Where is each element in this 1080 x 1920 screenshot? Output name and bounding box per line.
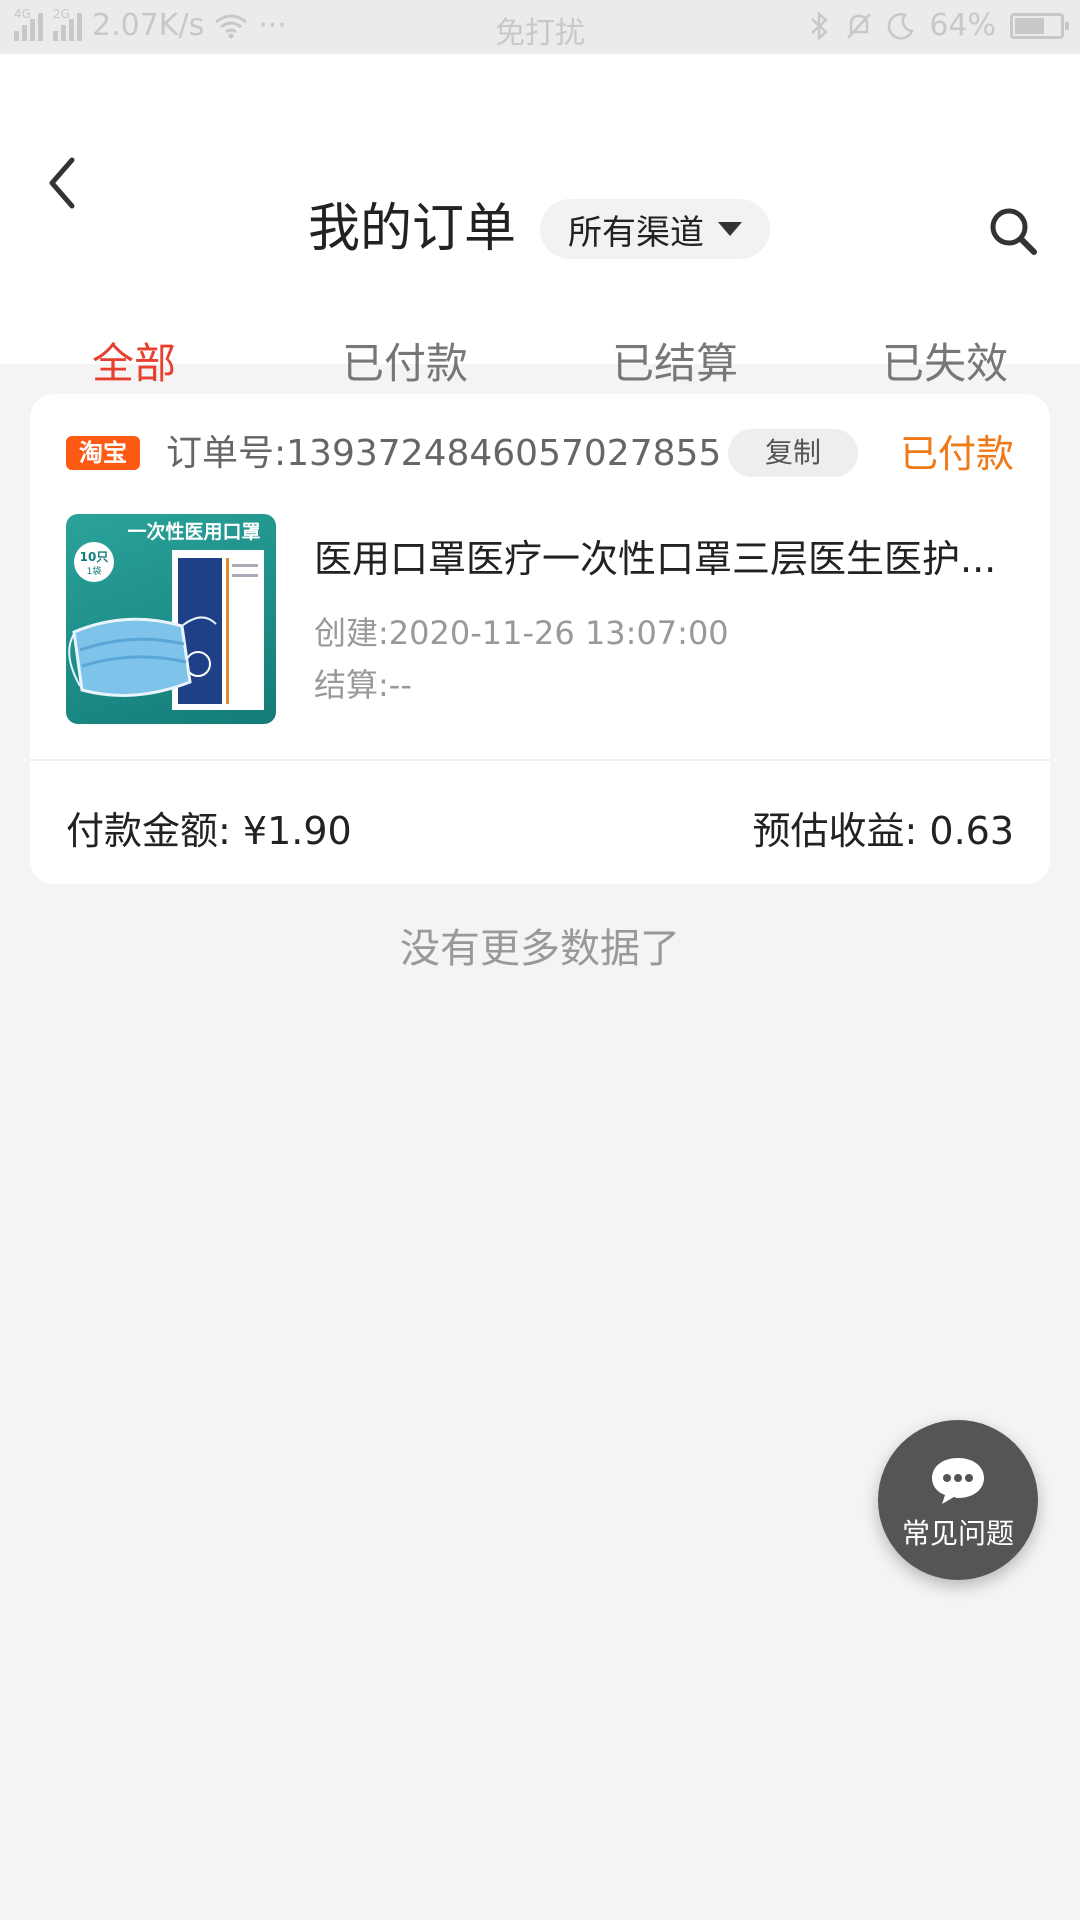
search-button[interactable] [984, 202, 1044, 262]
payment-value: ¥1.90 [242, 809, 352, 853]
tab-settled-label: 已结算 [611, 339, 738, 388]
battery-icon [1010, 12, 1069, 39]
order-card[interactable]: 淘宝 订单号:1393724846057027855 复制 已付款 一次性医用口… [30, 394, 1050, 884]
status-right: 64% [809, 8, 1069, 43]
estimated-label: 预估收益: [752, 809, 918, 853]
settle-value: -- [388, 666, 412, 704]
battery-percent: 64% [929, 8, 996, 43]
tab-all-label: 全部 [91, 339, 176, 388]
chat-bubble-icon [932, 1458, 984, 1504]
created-time: 创建:2020-11-26 13:07:00 [314, 608, 729, 654]
tab-paid-label: 已付款 [341, 339, 468, 388]
mask-product-image: 一次性医用口罩 10只 1袋 [68, 520, 264, 710]
product-image-caption: 一次性医用口罩 [127, 520, 260, 543]
chevron-left-icon [49, 157, 75, 209]
back-button[interactable] [40, 148, 90, 218]
tab-all[interactable]: 全部 [24, 330, 244, 414]
order-number-value: 1393724846057027855 [286, 433, 722, 474]
caret-down-icon [718, 222, 742, 236]
estimated-value: 0.63 [929, 809, 1014, 853]
product-badge: 10只 [80, 550, 109, 564]
search-icon [990, 208, 1037, 255]
product-title[interactable]: 医用口罩医疗一次性口罩三层医生医护... [314, 528, 1014, 583]
faq-button[interactable]: 常见问题 [878, 1420, 1038, 1580]
card-divider [30, 759, 1050, 761]
no-more-data-text: 没有更多数据了 [400, 926, 680, 972]
header: 我的订单 所有渠道 全部 已付款 已结算 已失效 [0, 54, 1080, 414]
taobao-logo: 淘宝 [66, 436, 140, 470]
tab-paid[interactable]: 已付款 [295, 330, 515, 391]
mute-bell-icon [847, 12, 872, 39]
tab-invalid-label: 已失效 [881, 339, 1008, 388]
order-number-label: 订单号: [166, 433, 287, 474]
tab-invalid[interactable]: 已失效 [835, 330, 1055, 391]
moon-icon [888, 12, 915, 40]
status-bar: 4G 2G 2.07K/s ··· 免打扰 64% [0, 0, 1080, 54]
tab-settled[interactable]: 已结算 [565, 330, 785, 391]
settle-label: 结算: [314, 666, 389, 704]
order-status: 已付款 [899, 432, 1014, 476]
copy-button[interactable]: 复制 [728, 429, 858, 477]
channel-filter-label: 所有渠道 [568, 212, 704, 253]
estimated-earnings: 预估收益: 0.63 [752, 800, 1014, 855]
product-thumbnail[interactable]: 一次性医用口罩 10只 1袋 [66, 514, 276, 724]
channel-filter-dropdown[interactable]: 所有渠道 [540, 199, 770, 259]
payment-label: 付款金额: [66, 809, 231, 853]
created-label: 创建: [314, 614, 389, 652]
created-value: 2020-11-26 13:07:00 [388, 614, 729, 652]
settle-time: 结算:-- [314, 660, 412, 706]
order-number: 订单号:1393724846057027855 [166, 430, 721, 478]
page-title: 我的订单 [308, 199, 517, 259]
faq-label: 常见问题 [901, 1517, 1014, 1550]
bluetooth-icon [811, 10, 829, 41]
product-badge-sub: 1袋 [87, 565, 102, 577]
payment-amount: 付款金额: ¥1.90 [66, 800, 352, 855]
